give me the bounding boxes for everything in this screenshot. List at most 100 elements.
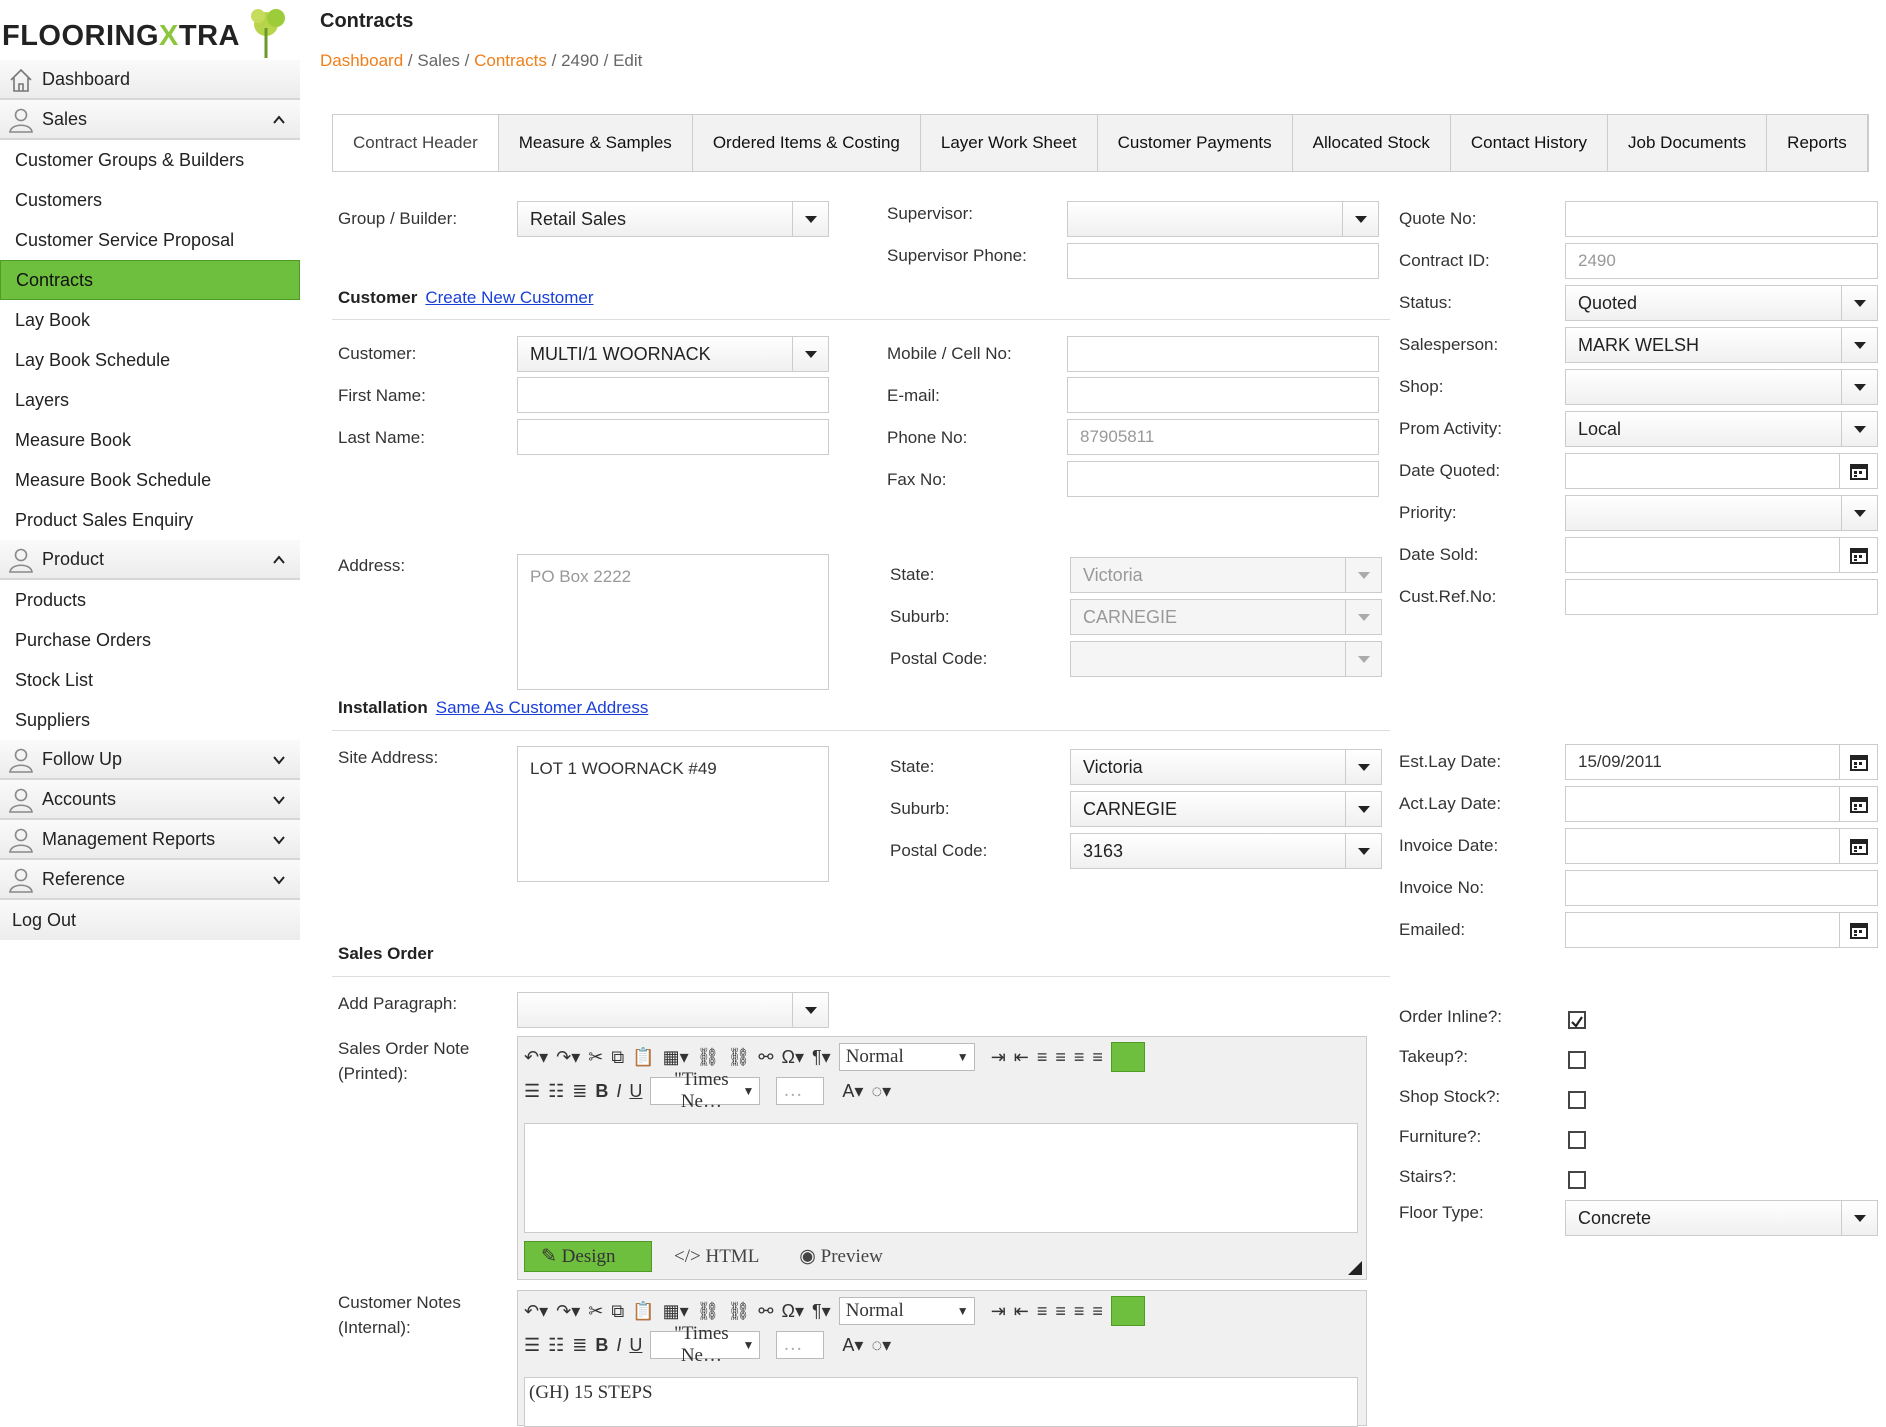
tab-contact-history[interactable]: Contact History <box>1451 115 1609 171</box>
nav-suppliers[interactable]: Suppliers <box>0 700 300 740</box>
salesperson-select[interactable]: MARK WELSH <box>1565 327 1878 363</box>
clear-format-icon[interactable] <box>1110 1296 1145 1326</box>
nav-product[interactable]: Product <box>0 540 300 580</box>
breadcrumb-dashboard[interactable]: Dashboard <box>320 51 403 70</box>
redo-icon[interactable]: ↷▾ <box>556 1301 580 1322</box>
nav-reference[interactable]: Reference <box>0 860 300 900</box>
supervisor-phone-input[interactable] <box>1067 243 1379 279</box>
justify-icon[interactable]: ≡ <box>1092 1301 1103 1322</box>
supervisor-select[interactable] <box>1067 201 1379 237</box>
phone-input[interactable]: 87905811 <box>1067 419 1379 455</box>
calendar-icon[interactable] <box>1839 787 1877 821</box>
outdent-icon[interactable]: ⇤ <box>1014 1301 1029 1322</box>
furniture-checkbox[interactable] <box>1568 1131 1586 1149</box>
nav-layers[interactable]: Layers <box>0 380 300 420</box>
size-select[interactable]: … <box>776 1077 825 1105</box>
order-inline-checkbox[interactable] <box>1568 1011 1586 1029</box>
align-left-icon[interactable]: ≡ <box>1037 1301 1048 1322</box>
font-select[interactable]: "Times Ne… ▼ <box>650 1069 761 1112</box>
date-quoted-input[interactable] <box>1565 453 1878 489</box>
flooringxtra-logo[interactable]: FLOORINGXTRA <box>2 6 292 58</box>
bold-icon[interactable]: B <box>595 1081 608 1102</box>
align-left-icon[interactable]: ≡ <box>1037 1047 1048 1068</box>
site-address-textarea[interactable]: LOT 1 WOORNACK #49 <box>517 746 829 882</box>
email-input[interactable] <box>1067 377 1379 413</box>
numbered-list-icon[interactable]: ☷ <box>548 1335 564 1356</box>
align-center-icon[interactable]: ≡ <box>1055 1301 1066 1322</box>
nav-purchase-orders[interactable]: Purchase Orders <box>0 620 300 660</box>
cut-icon[interactable]: ✂ <box>588 1301 603 1322</box>
customer-notes-body[interactable]: (GH) 15 STEPS <box>524 1377 1358 1427</box>
chevron-down-icon[interactable] <box>272 793 286 807</box>
tab-measure-samples[interactable]: Measure & Samples <box>499 115 693 171</box>
bold-icon[interactable]: B <box>595 1335 608 1356</box>
paste-icon[interactable]: 📋 <box>632 1047 654 1068</box>
shop-stock-checkbox[interactable] <box>1568 1091 1586 1109</box>
outdent-icon[interactable]: ⇤ <box>1014 1047 1029 1068</box>
nav-management-reports[interactable]: Management Reports <box>0 820 300 860</box>
nav-products[interactable]: Products <box>0 580 300 620</box>
chevron-down-icon[interactable] <box>272 753 286 767</box>
tab-layer-work-sheet[interactable]: Layer Work Sheet <box>921 115 1098 171</box>
chevron-up-icon[interactable] <box>272 553 286 567</box>
copy-icon[interactable]: ⧉ <box>611 1047 624 1068</box>
unlink-icon[interactable]: ⛓ <box>728 1047 751 1068</box>
html-mode-button[interactable]: </> HTML <box>674 1246 759 1268</box>
add-paragraph-select[interactable] <box>517 992 829 1028</box>
anchor-icon[interactable]: ⚯ <box>758 1301 773 1322</box>
nav-dashboard[interactable]: Dashboard <box>0 60 300 100</box>
nav-measure-book[interactable]: Measure Book <box>0 420 300 460</box>
breadcrumb-contracts[interactable]: Contracts <box>474 51 547 70</box>
bullet-list-icon[interactable]: ☰ <box>524 1081 540 1102</box>
indent-icon[interactable]: ⇥ <box>991 1047 1006 1068</box>
tab-ordered-items-costing[interactable]: Ordered Items & Costing <box>693 115 921 171</box>
emailed-input[interactable] <box>1565 912 1878 948</box>
paragraph-icon[interactable]: ¶▾ <box>812 1301 831 1322</box>
sales-order-note-body[interactable] <box>524 1123 1358 1233</box>
fax-input[interactable] <box>1067 461 1379 497</box>
last-name-input[interactable] <box>517 419 829 455</box>
mobile-input[interactable] <box>1067 336 1379 372</box>
justify-icon[interactable]: ≡ <box>1092 1047 1103 1068</box>
nav-lay-book-schedule[interactable]: Lay Book Schedule <box>0 340 300 380</box>
nav-customer-service-proposal[interactable]: Customer Service Proposal <box>0 220 300 260</box>
resize-handle-icon[interactable] <box>1348 1261 1362 1275</box>
font-select[interactable]: "Times Ne… ▼ <box>650 1323 761 1366</box>
nav-lay-book[interactable]: Lay Book <box>0 300 300 340</box>
bullet-list-icon[interactable]: ☰ <box>524 1335 540 1356</box>
paste-icon[interactable]: 📋 <box>632 1301 654 1322</box>
anchor-icon[interactable]: ⚯ <box>758 1047 773 1068</box>
tab-job-documents[interactable]: Job Documents <box>1608 115 1768 171</box>
font-color-icon[interactable]: A▾ <box>842 1081 863 1102</box>
link-icon[interactable]: ⛓ <box>697 1047 720 1068</box>
special-char-icon[interactable]: Ω▾ <box>781 1301 804 1322</box>
site-state-select[interactable]: Victoria <box>1070 749 1382 785</box>
background-color-icon[interactable]: ◌▾ <box>871 1335 891 1356</box>
calendar-icon[interactable] <box>1839 829 1877 863</box>
site-postal-code-select[interactable]: 3163 <box>1070 833 1382 869</box>
format-select[interactable]: Normal ▼ <box>838 1043 975 1071</box>
priority-select[interactable] <box>1565 495 1878 531</box>
align-right-icon[interactable]: ≡ <box>1074 1301 1085 1322</box>
cust-ref-input[interactable] <box>1565 579 1878 615</box>
nav-customer-groups[interactable]: Customer Groups & Builders <box>0 140 300 180</box>
contract-id-input[interactable]: 2490 <box>1565 243 1878 279</box>
align-icon[interactable]: ≣ <box>572 1081 587 1102</box>
prom-activity-select[interactable]: Local <box>1565 411 1878 447</box>
same-as-customer-address-link[interactable]: Same As Customer Address <box>436 698 649 717</box>
tab-reports[interactable]: Reports <box>1767 115 1868 171</box>
nav-contracts[interactable]: Contracts <box>0 260 300 300</box>
design-mode-button[interactable]: ✎ Design <box>524 1241 652 1272</box>
calendar-icon[interactable] <box>1839 913 1877 947</box>
align-center-icon[interactable]: ≡ <box>1055 1047 1066 1068</box>
indent-icon[interactable]: ⇥ <box>991 1301 1006 1322</box>
first-name-input[interactable] <box>517 377 829 413</box>
cut-icon[interactable]: ✂ <box>588 1047 603 1068</box>
invoice-no-input[interactable] <box>1565 870 1878 906</box>
nav-customers[interactable]: Customers <box>0 180 300 220</box>
site-suburb-select[interactable]: CARNEGIE <box>1070 791 1382 827</box>
date-sold-input[interactable] <box>1565 537 1878 573</box>
special-char-icon[interactable]: Ω▾ <box>781 1047 804 1068</box>
align-right-icon[interactable]: ≡ <box>1074 1047 1085 1068</box>
floor-type-select[interactable]: Concrete <box>1565 1200 1878 1236</box>
